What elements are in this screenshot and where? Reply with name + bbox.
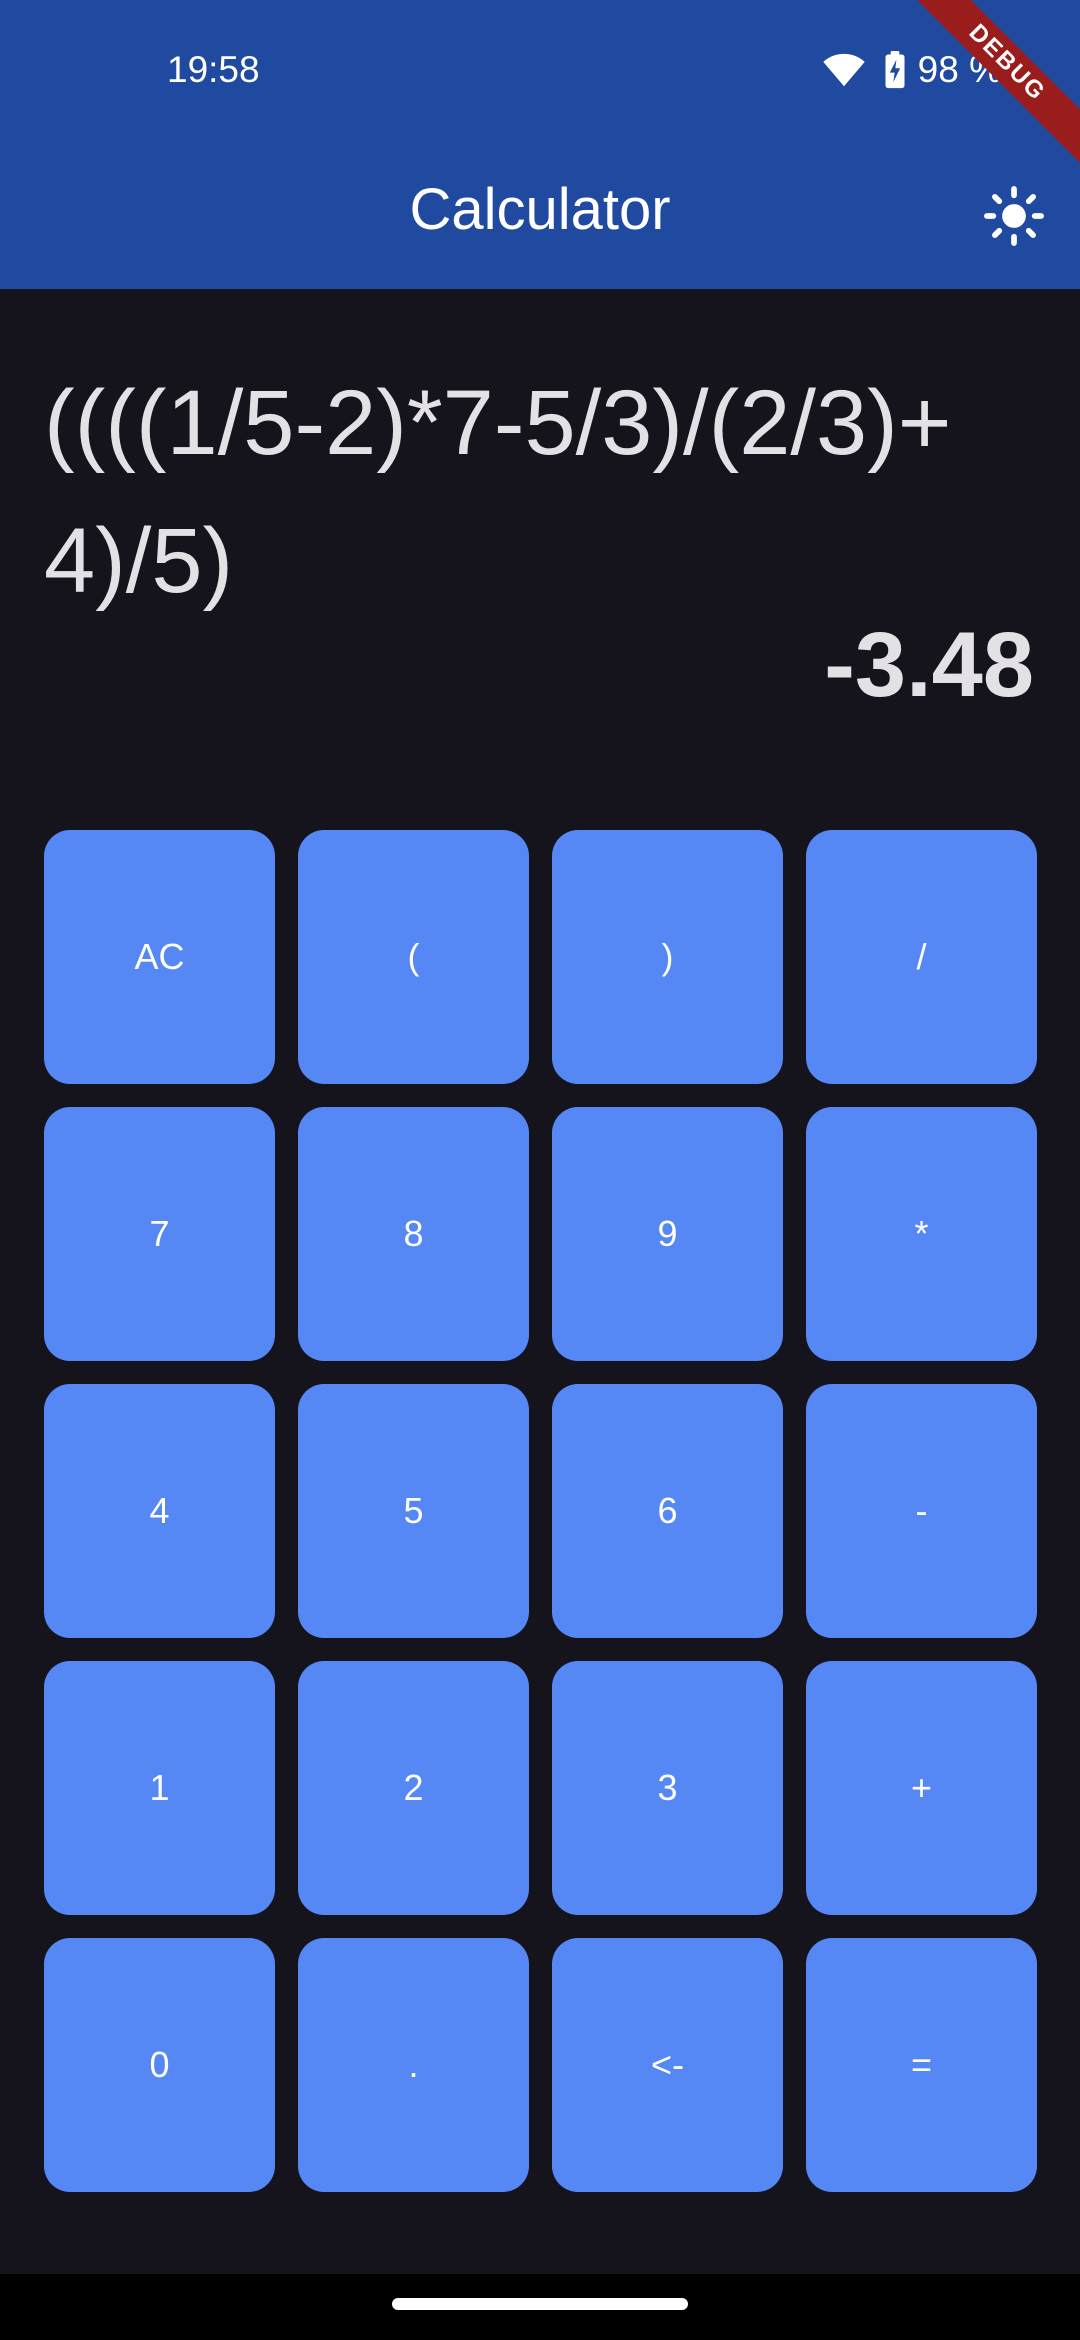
decimal-button[interactable]: . xyxy=(298,1938,529,2192)
backspace-button[interactable]: <- xyxy=(552,1938,783,2192)
app-title: Calculator xyxy=(409,177,671,242)
open-paren-button[interactable]: ( xyxy=(298,830,529,1084)
subtract-button[interactable]: - xyxy=(806,1384,1037,1638)
digit-9-button[interactable]: 9 xyxy=(552,1107,783,1361)
app-bar: 19:58 98 % Calculator xyxy=(0,0,1080,289)
keypad: AC ( ) / 7 8 9 * 4 5 6 - 1 2 3 + 0 . <- … xyxy=(44,830,1037,2192)
clear-button[interactable]: AC xyxy=(44,830,275,1084)
digit-1-button[interactable]: 1 xyxy=(44,1661,275,1915)
digit-8-button[interactable]: 8 xyxy=(298,1107,529,1361)
digit-7-button[interactable]: 7 xyxy=(44,1107,275,1361)
digit-5-button[interactable]: 5 xyxy=(298,1384,529,1638)
digit-4-button[interactable]: 4 xyxy=(44,1384,275,1638)
status-icons: 98 % xyxy=(822,46,1002,94)
close-paren-button[interactable]: ) xyxy=(552,830,783,1084)
digit-3-button[interactable]: 3 xyxy=(552,1661,783,1915)
theme-toggle-button[interactable] xyxy=(976,178,1052,254)
add-button[interactable]: + xyxy=(806,1661,1037,1915)
battery-percentage: 98 % xyxy=(917,49,1002,90)
status-time: 19:58 xyxy=(167,49,260,90)
digit-2-button[interactable]: 2 xyxy=(298,1661,529,1915)
digit-6-button[interactable]: 6 xyxy=(552,1384,783,1638)
home-indicator[interactable] xyxy=(392,2298,688,2310)
expression-display: ((((1/5-2)*7-5/3)/(2/3)+4)/5) xyxy=(44,372,952,612)
equals-button[interactable]: = xyxy=(806,1938,1037,2192)
battery-charging-icon xyxy=(885,51,905,89)
divide-button[interactable]: / xyxy=(806,830,1037,1084)
digit-0-button[interactable]: 0 xyxy=(44,1938,275,2192)
multiply-button[interactable]: * xyxy=(806,1107,1037,1361)
result-display: -3.48 xyxy=(824,614,1034,716)
wifi-icon xyxy=(822,53,865,87)
sun-icon xyxy=(984,186,1044,246)
